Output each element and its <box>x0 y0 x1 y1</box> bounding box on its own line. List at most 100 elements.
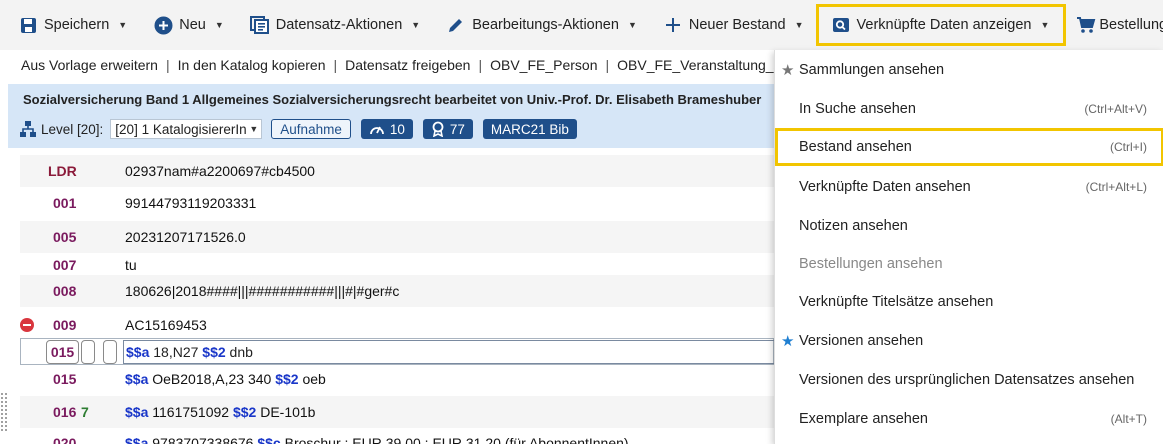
marc-row-001[interactable]: 001 99144793119203331 <box>20 187 774 219</box>
link-obv-fe-person[interactable]: OBV_FE_Person <box>490 57 597 73</box>
menu-item-view-holdings[interactable]: Bestand ansehen (Ctrl+I) <box>775 128 1163 166</box>
field-value: $$a 9783707338676 $$c Broschur : EUR 39.… <box>125 435 629 444</box>
star-filled-icon[interactable]: ★ <box>781 332 794 350</box>
field-indicator: 7 <box>81 404 89 420</box>
field-tag: 015 <box>53 371 77 387</box>
new-button[interactable]: Neu ▼ <box>139 5 236 45</box>
menu-item-shortcut: (Ctrl+Alt+V) <box>1084 102 1147 116</box>
marc-row-016[interactable]: 016 7 $$a 1161751092 $$2 DE-101b <box>20 396 774 428</box>
chevron-down-icon: ▼ <box>214 20 224 30</box>
field-value: 99144793119203331 <box>125 195 257 211</box>
speed-badge-value: 10 <box>389 121 405 137</box>
record-meta-row: Level [20]: [20] 1 KatalogisiererIn ▼ Au… <box>19 118 577 140</box>
subfield-code: $$2 <box>202 344 226 360</box>
menu-item-label: Bestellungen ansehen <box>799 256 943 272</box>
award-badge[interactable]: 77 <box>422 119 473 139</box>
marc-row-015-editing[interactable]: 015 $$a 18,N27 $$2 dnb <box>20 338 803 365</box>
link-extend-from-template[interactable]: Aus Vorlage erweitern <box>21 57 158 73</box>
field-value-input[interactable]: $$a 18,N27 $$2 dnb <box>123 340 803 364</box>
marc-row-015[interactable]: 015 $$a OeB2018,A,23 340 $$2 oeb <box>20 363 774 395</box>
menu-item-label: Versionen ansehen <box>799 333 924 349</box>
menu-item-view-original-versions[interactable]: Versionen des ursprünglichen Datensatzes… <box>775 361 1163 399</box>
chevron-down-icon: ▼ <box>1040 20 1050 30</box>
menu-item-shortcut: (Ctrl+Alt+L) <box>1085 180 1147 194</box>
marc-row-020[interactable]: 020 $$a 9783707338676 $$c Broschur : EUR… <box>20 427 774 444</box>
linked-data-menu: ★ Sammlungen ansehen In Suche ansehen (C… <box>774 50 1163 444</box>
marc-row-009[interactable]: 009 AC15169453 <box>20 309 774 341</box>
subfield-value: OeB2018,A,23 340 <box>148 371 276 387</box>
indicator-2-input[interactable] <box>103 340 117 364</box>
star-outline-icon[interactable]: ★ <box>781 61 794 79</box>
menu-item-view-in-search[interactable]: In Suche ansehen (Ctrl+Alt+V) <box>775 90 1163 128</box>
order-button[interactable]: Bestellung <box>1066 5 1163 45</box>
show-linked-data-label: Verknüpfte Daten anzeigen <box>856 17 1032 33</box>
menu-item-view-orders: Bestellungen ansehen <box>775 245 1163 283</box>
menu-item-collections[interactable]: ★ Sammlungen ansehen <box>775 51 1163 89</box>
chevron-down-icon: ▼ <box>794 20 804 30</box>
menu-item-view-linked-data[interactable]: Verknüpfte Daten ansehen (Ctrl+Alt+L) <box>775 168 1163 206</box>
menu-item-label: Verknüpfte Titelsätze ansehen <box>799 294 994 310</box>
separator: | <box>333 57 338 73</box>
plus-circle-icon <box>153 15 173 35</box>
level-select[interactable]: [20] 1 KatalogisiererIn ▼ <box>110 119 263 139</box>
subfield-value: DE-101b <box>256 404 316 420</box>
menu-item-label: Verknüpfte Daten ansehen <box>799 179 971 195</box>
search-record-icon <box>831 15 851 35</box>
menu-item-view-linked-titles[interactable]: Verknüpfte Titelsätze ansehen <box>775 283 1163 321</box>
link-release-record[interactable]: Datensatz freigeben <box>345 57 470 73</box>
edit-actions-button[interactable]: Bearbeitungs-Aktionen ▼ <box>432 5 649 45</box>
marc-row-ldr[interactable]: LDR 02937nam#a2200697#cb4500 <box>20 155 774 187</box>
new-holding-button[interactable]: Neuer Bestand ▼ <box>649 5 816 45</box>
subfield-value: 9783707338676 <box>148 435 258 444</box>
subfield-value: dnb <box>225 344 253 360</box>
menu-item-view-items[interactable]: Exemplare ansehen (Alt+T) <box>775 400 1163 438</box>
link-obv-fe-veranstaltung[interactable]: OBV_FE_Veranstaltung_s <box>617 57 780 73</box>
field-tag: LDR <box>48 163 77 179</box>
menu-item-label: Sammlungen ansehen <box>799 62 945 78</box>
marc-row-008[interactable]: 008 180626|2018####|||###########|||#|#g… <box>20 275 774 307</box>
separator: | <box>165 57 170 73</box>
new-holding-label: Neuer Bestand <box>688 17 786 33</box>
gauge-icon <box>369 126 384 135</box>
record-actions-label: Datensatz-Aktionen <box>275 17 403 33</box>
order-label: Bestellung <box>1099 17 1163 33</box>
menu-item-shortcut: (Ctrl+I) <box>1110 140 1147 154</box>
pencil-icon <box>446 15 466 35</box>
speed-badge[interactable]: 10 <box>360 119 413 139</box>
award-badge-value: 77 <box>449 121 465 137</box>
cart-icon <box>1076 15 1096 35</box>
acceptance-badge[interactable]: Aufnahme <box>271 119 351 139</box>
subfield-code: $$c <box>257 435 281 444</box>
separator: | <box>605 57 610 73</box>
save-icon <box>18 15 38 35</box>
level-label: Level [20]: <box>41 121 104 137</box>
menu-item-view-notes[interactable]: Notizen ansehen <box>775 207 1163 245</box>
hierarchy-icon <box>19 120 37 138</box>
chevron-down-icon: ▼ <box>411 20 421 30</box>
chevron-down-icon: ▼ <box>627 20 637 30</box>
record-actions-button[interactable]: Datensatz-Aktionen ▼ <box>236 5 432 45</box>
field-tag-input[interactable]: 015 <box>46 340 79 364</box>
field-value: AC15169453 <box>125 317 207 333</box>
menu-item-label: In Suche ansehen <box>799 101 916 117</box>
link-copy-to-catalog[interactable]: In den Katalog kopieren <box>178 57 326 73</box>
subfield-value: oeb <box>298 371 326 387</box>
field-value: $$a OeB2018,A,23 340 $$2 oeb <box>125 371 326 387</box>
save-button[interactable]: Speichern ▼ <box>0 5 139 45</box>
record-list-icon <box>249 15 270 35</box>
field-tag: 020 <box>53 435 77 444</box>
separator: | <box>478 57 483 73</box>
edit-actions-label: Bearbeitungs-Aktionen <box>472 17 619 33</box>
remove-field-icon[interactable] <box>20 318 34 332</box>
show-linked-data-button[interactable]: Verknüpfte Daten anzeigen ▼ <box>815 4 1067 46</box>
menu-item-view-versions[interactable]: ★ Versionen ansehen <box>775 322 1163 360</box>
field-value: $$a 1161751092 $$2 DE-101b <box>125 404 315 420</box>
indicator-1-input[interactable] <box>81 340 95 364</box>
field-tag: 016 <box>53 404 77 420</box>
field-tag: 007 <box>53 257 77 273</box>
menu-item-label: Bestand ansehen <box>799 139 912 155</box>
subfield-value: 18,N27 <box>149 344 203 360</box>
acceptance-label: Aufnahme <box>280 121 342 137</box>
format-badge[interactable]: MARC21 Bib <box>482 119 577 139</box>
resize-grip[interactable] <box>0 392 8 432</box>
